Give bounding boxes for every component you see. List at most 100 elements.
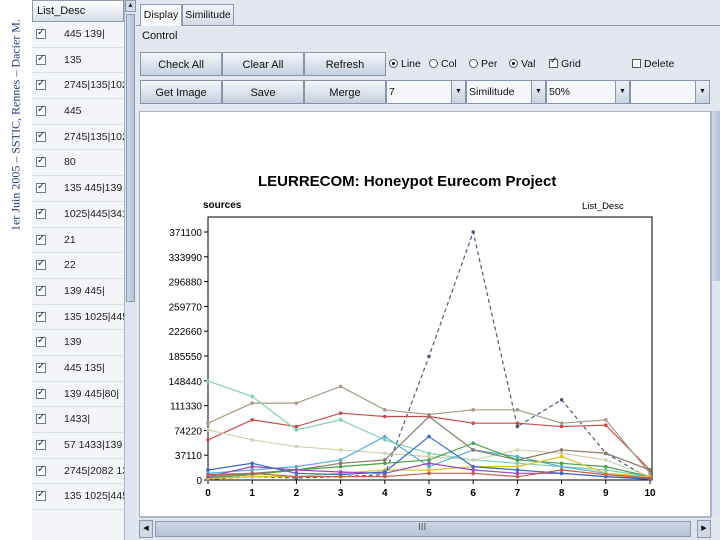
x-tick-label: 1 [249,488,255,499]
data-point [471,441,476,446]
chevron-down-icon[interactable]: ▼ [695,81,709,103]
side-caption: 1er Juin 2005 – SSTIC, Rennes – Dacier M… [0,0,32,540]
checkbox-icon[interactable] [36,361,46,373]
check-all-button[interactable]: Check All [140,52,222,76]
list-item[interactable]: 2745|135|1025| [32,125,124,151]
list-scroll-thumb[interactable] [126,14,135,302]
list-item[interactable]: 139 445| [32,279,124,305]
combo-empty[interactable]: ▼ [630,80,710,104]
delete-checkbox[interactable]: Delete [632,58,674,70]
list-item[interactable]: 135 445|139 34 [32,176,124,202]
data-point [427,471,431,476]
list-item[interactable]: 21 [32,228,124,254]
tab-display[interactable]: Display [140,4,182,26]
checkbox-icon[interactable] [36,104,46,117]
data-point [294,444,299,449]
tab-similitude[interactable]: Similitude [182,4,234,25]
data-point [471,230,476,234]
scroll-right-arrow-icon[interactable]: ▶ [697,520,711,538]
checkbox-icon[interactable] [36,335,46,348]
list-item-label: 445 139| [64,28,105,40]
list-item-label: 135 1025|445 1 [64,490,124,503]
combo-7[interactable]: 7 ▼ [386,80,466,104]
list-panel: List_Desc 445 139| 135 2745|135|1025| 445 27… [32,0,136,540]
radio-per[interactable]: Per [469,58,497,74]
data-point [250,394,254,399]
checkbox-icon[interactable] [36,130,46,142]
checkbox-icon[interactable] [36,53,46,65]
list-item-label: 57 1433|139 [64,439,123,451]
list-item[interactable]: 445 139| [32,22,124,48]
radio-line[interactable]: Line [389,58,421,74]
legend-label: List_Desc [582,201,624,212]
list-item[interactable]: 445 135| [32,356,124,382]
checkbox-icon[interactable] [36,464,46,476]
list-item-label: 2745|2082 135| [64,464,124,477]
grid-checkbox[interactable]: Grid [549,56,581,70]
list-item-label: 135 1025|445 6 [64,310,124,323]
merge-button[interactable]: Merge [304,80,386,104]
list-item[interactable]: 139 445|80| [32,382,124,408]
list-item[interactable]: 80 [32,150,124,177]
list-item[interactable]: 139 [32,330,124,356]
list-item[interactable]: 135 1025|445 1 [32,484,124,511]
data-point [294,474,299,479]
data-point [515,464,520,469]
checkbox-icon[interactable] [36,258,46,271]
chart-title: LEURRECOM: Honeypot Eurecom Project [258,173,557,190]
radio-dot-icon [469,59,478,68]
data-point [250,464,254,469]
chevron-down-icon[interactable]: ▼ [531,81,545,103]
data-point [604,472,608,477]
checkbox-icon[interactable] [36,233,46,245]
chart-area: 0 37110 74220 111330 148440 185550 222660 25977… [139,111,711,517]
radio-col[interactable]: Col [429,58,457,74]
data-point [471,458,476,462]
data-point [559,461,564,466]
checkbox-icon[interactable] [36,27,46,39]
checkbox-icon[interactable] [36,78,46,91]
list-scrollbar[interactable]: ▲ [124,0,136,540]
list-item[interactable]: 2745|135|1025| [32,73,124,100]
combo-similitude[interactable]: Similitude ▼ [466,80,546,104]
x-tick-label: 5 [426,488,432,499]
checkbox-icon[interactable] [36,387,46,399]
list-item[interactable]: 1433| [32,407,124,433]
refresh-button[interactable]: Refresh [304,52,386,76]
checkbox-icon[interactable] [36,489,46,502]
scroll-left-arrow-icon[interactable]: ◀ [139,520,153,538]
bottom-scroll-thumb[interactable]: III [155,521,691,537]
list-item[interactable]: 445 [32,99,124,125]
combo-percent[interactable]: 50% ▼ [546,80,630,104]
checkbox-icon[interactable] [36,412,46,425]
list-header[interactable]: List_Desc [32,0,124,22]
checkbox-icon[interactable] [36,310,46,322]
list-item[interactable]: 22 [32,253,124,279]
clear-all-button[interactable]: Clear All [222,52,304,76]
scroll-up-arrow-icon[interactable]: ▲ [125,0,136,12]
data-point [515,408,520,412]
data-point [206,472,210,477]
chevron-down-icon[interactable]: ▼ [451,81,465,103]
radio-dot-icon [429,59,438,68]
data-point [294,401,299,405]
right-scroll-thumb[interactable] [712,111,720,281]
bottom-scrollbar[interactable]: ◀ III ▶ [139,517,711,540]
list-item[interactable]: 2745|2082 135| [32,459,124,485]
get-image-button[interactable]: Get Image [140,80,222,104]
grid-label: Grid [561,58,581,70]
list-item[interactable]: 135 [32,48,124,74]
checkbox-icon[interactable] [36,181,46,194]
checkbox-icon[interactable] [36,207,46,219]
right-scrollbar[interactable] [711,111,720,517]
save-button[interactable]: Save [222,80,304,104]
list-item[interactable]: 135 1025|445 6 [32,305,124,331]
chevron-down-icon[interactable]: ▼ [615,81,629,103]
data-point [250,401,254,405]
list-item[interactable]: 1025|445|3410| [32,202,124,228]
radio-val[interactable]: Val [509,58,535,74]
list-item[interactable]: 57 1433|139 [32,433,124,459]
checkbox-icon[interactable] [36,284,46,296]
checkbox-icon[interactable] [36,155,46,168]
checkbox-icon[interactable] [36,438,46,450]
